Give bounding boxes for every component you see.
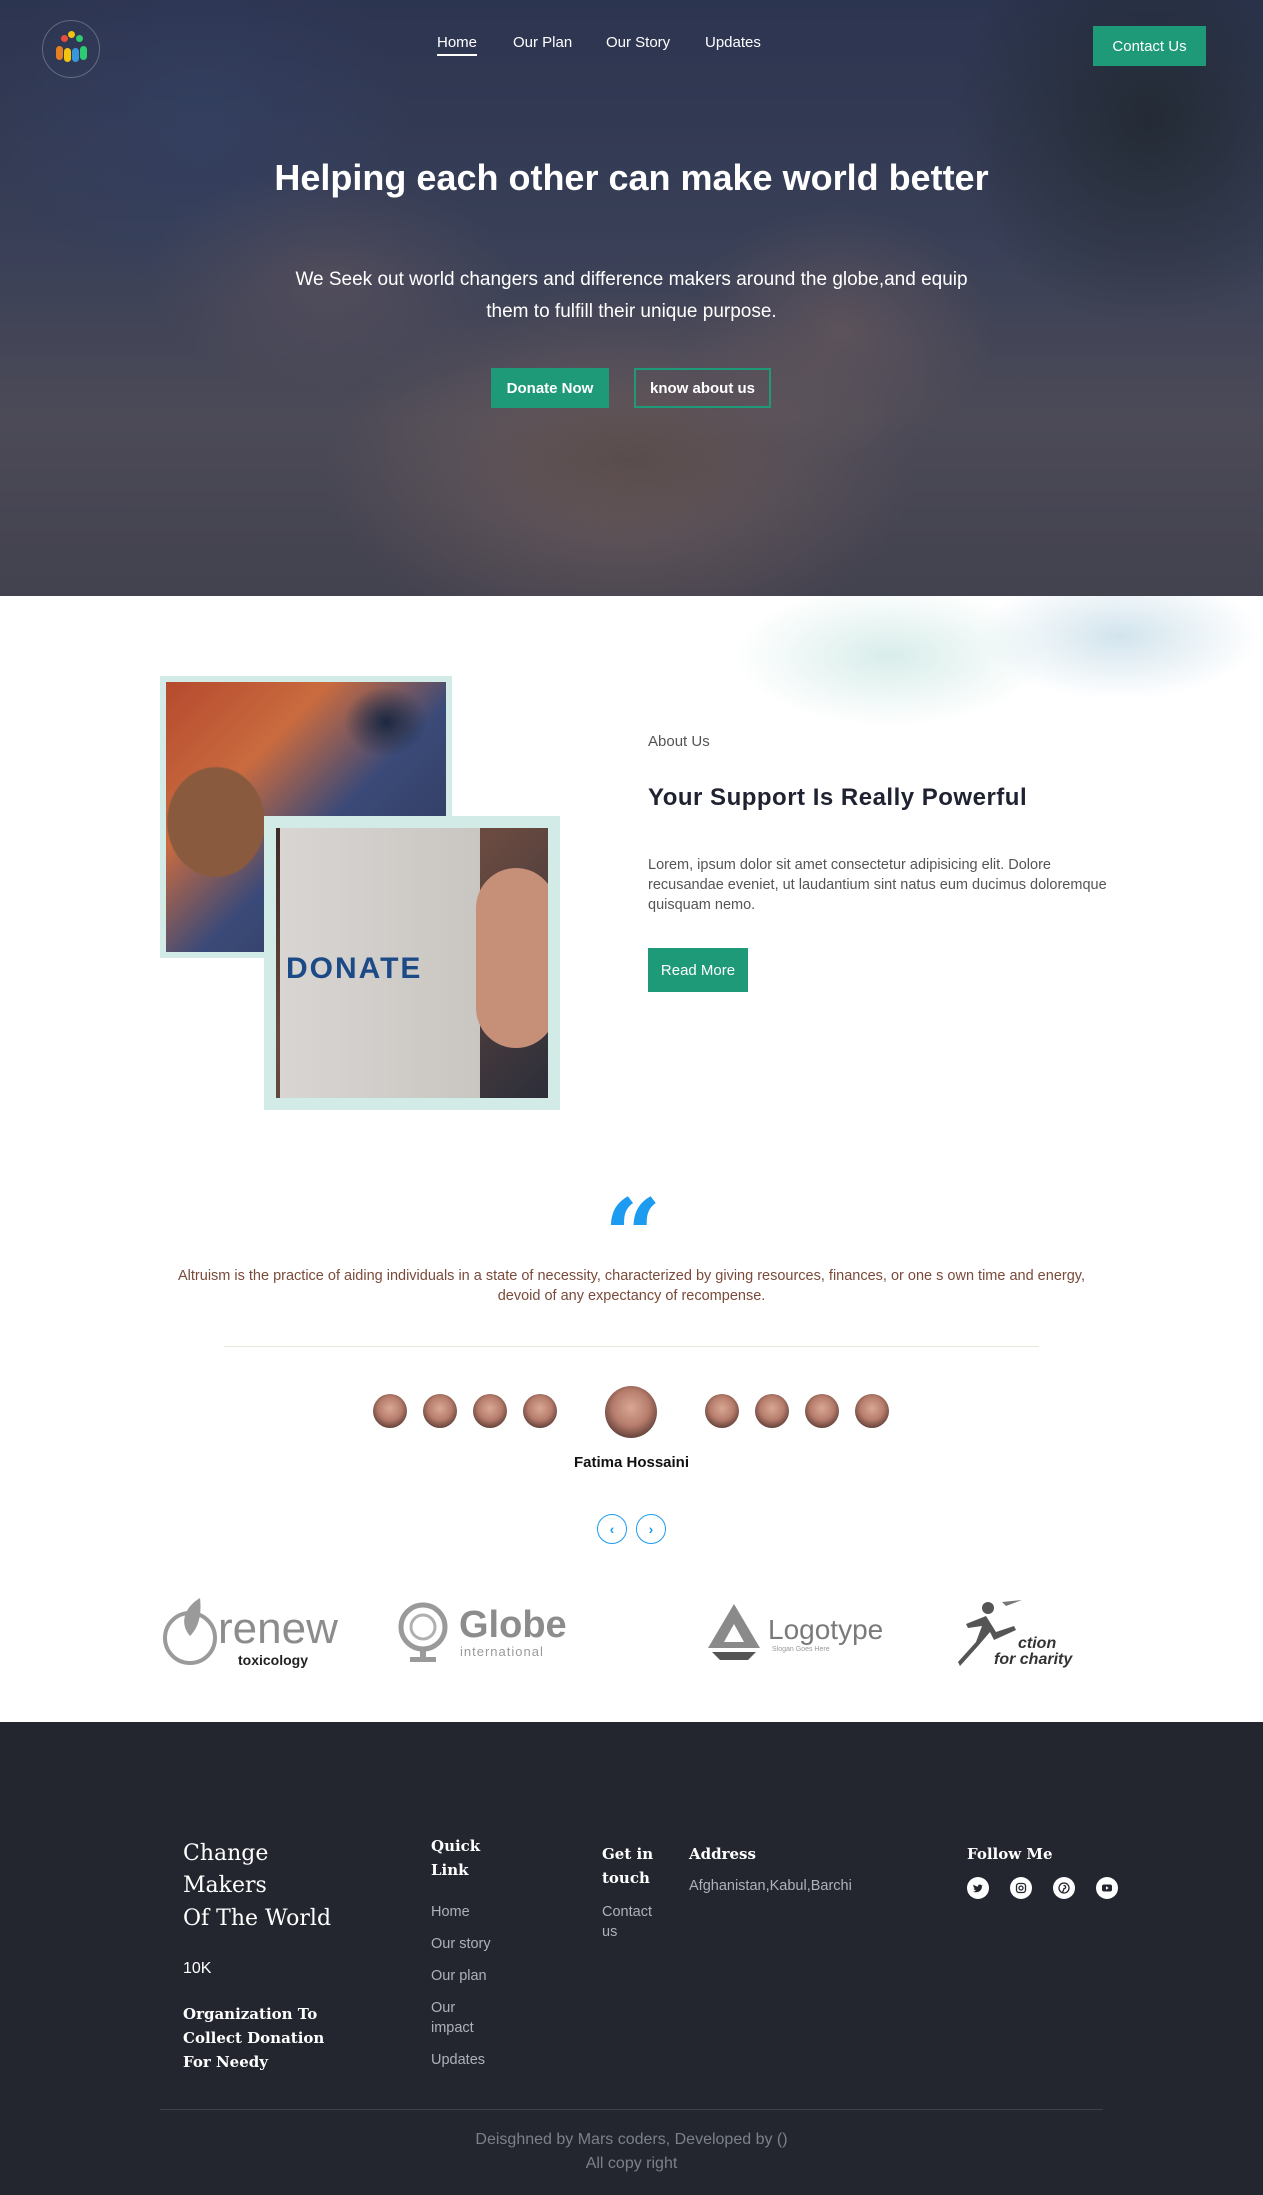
partner-logo-globe[interactable]: Globe international xyxy=(396,1598,567,1668)
partner-logo-charity[interactable]: ction for charity xyxy=(956,1598,1086,1670)
testimonial-name: Fatima Hossaini xyxy=(573,1454,690,1471)
contact-us-button[interactable]: Contact Us xyxy=(1093,26,1206,66)
partner-logo-logotype[interactable]: Logotype Slogan Goes Here xyxy=(706,1602,883,1664)
avatar[interactable] xyxy=(523,1394,557,1428)
charity-line-1: ction xyxy=(1018,1635,1057,1652)
footer-count: 10K xyxy=(183,1960,212,1977)
quote-icon: “ xyxy=(604,1177,662,1295)
logotype-name: Logotype xyxy=(768,1614,884,1645)
avatar[interactable] xyxy=(755,1394,789,1428)
about-title: Your Support Is Really Powerful xyxy=(648,784,1028,811)
footer-link-updates[interactable]: Updates xyxy=(431,2050,485,2070)
renew-name: renew xyxy=(218,1604,338,1653)
hand-shape xyxy=(476,868,548,1048)
donate-box: DONATE xyxy=(280,828,480,1098)
footer-link-contact-us[interactable]: Contact us xyxy=(602,1902,662,1942)
partner-logo-renew[interactable]: renew toxicology xyxy=(160,1596,340,1670)
get-in-touch-title: Get in touch xyxy=(602,1842,653,1890)
about-text: Lorem, ipsum dolor sit amet consectetur … xyxy=(648,857,1107,913)
chevron-right-icon: › xyxy=(648,1521,654,1537)
main-nav: Home Our Plan Our Story Updates xyxy=(0,34,1263,58)
avatar[interactable] xyxy=(805,1394,839,1428)
follow-title: Follow Me xyxy=(967,1845,1053,1863)
twitter-icon[interactable] xyxy=(967,1877,989,1899)
hero-subtitle: We Seek out world changers and differenc… xyxy=(295,269,968,322)
about-image-donate: DONATE xyxy=(276,828,548,1098)
logotype-sub: Slogan Goes Here xyxy=(772,1646,830,1653)
globe-sub: international xyxy=(460,1644,544,1659)
footer-brand-line-2: Makers xyxy=(183,1873,267,1898)
footer-link-our-story[interactable]: Our story xyxy=(431,1934,491,1954)
nav-updates[interactable]: Updates xyxy=(705,34,761,51)
quick-link-title-2: Link xyxy=(431,1861,469,1879)
read-more-button[interactable]: Read More xyxy=(648,948,748,992)
footer-brand-line-1: Change xyxy=(183,1841,269,1866)
hero-title: Helping each other can make world better xyxy=(274,157,989,198)
prev-button[interactable]: ‹ xyxy=(597,1514,627,1544)
address-text: Afghanistan,Kabul,Barchi xyxy=(689,1878,852,1894)
avatar[interactable] xyxy=(473,1394,507,1428)
footer-org-text: Organization To Collect Donation For Nee… xyxy=(183,2005,325,2071)
nav-our-plan[interactable]: Our Plan xyxy=(513,34,572,51)
get-in-touch-title-2: touch xyxy=(602,1869,650,1887)
quick-link-title-1: Quick xyxy=(431,1837,481,1855)
testimonial-quote: Altruism is the practice of aiding indiv… xyxy=(178,1268,1085,1304)
globe-name: Globe xyxy=(459,1604,567,1646)
donate-box-text: DONATE xyxy=(286,952,423,985)
next-button[interactable]: › xyxy=(636,1514,666,1544)
get-in-touch-title-1: Get in xyxy=(602,1845,654,1863)
footer-brand-lines: Change Makers xyxy=(183,1838,268,1902)
youtube-icon[interactable] xyxy=(1096,1877,1118,1899)
footer-brand-line-3: Of The World xyxy=(183,1906,332,1931)
nav-our-story[interactable]: Our Story xyxy=(606,34,670,51)
footer-credit-line-2: All copy right xyxy=(585,2155,678,2172)
about-background-glow xyxy=(640,596,1263,856)
footer-link-our-impact[interactable]: Our impact xyxy=(431,1998,491,2038)
nav-home[interactable]: Home xyxy=(437,34,478,56)
about-eyebrow: About Us xyxy=(648,733,710,750)
donate-now-button[interactable]: Donate Now xyxy=(491,368,609,408)
leaf-icon xyxy=(163,1598,217,1665)
footer-divider xyxy=(160,2109,1103,2110)
testimonial-divider xyxy=(224,1346,1039,1347)
pinterest-icon[interactable] xyxy=(1053,1877,1075,1899)
know-about-us-button[interactable]: know about us xyxy=(634,368,771,408)
address-title: Address xyxy=(689,1845,756,1863)
hero-section: Home Our Plan Our Story Updates Contact … xyxy=(0,0,1263,596)
footer xyxy=(0,1722,1263,2195)
footer-credit: Deisghned by Mars coders, Developed by (… xyxy=(0,2128,1263,2176)
avatar[interactable] xyxy=(373,1394,407,1428)
avatar[interactable] xyxy=(855,1394,889,1428)
triangle-logo-icon xyxy=(708,1604,760,1660)
renew-sub: toxicology xyxy=(238,1652,309,1668)
footer-link-our-plan[interactable]: Our plan xyxy=(431,1966,487,1986)
quick-link-title: Quick Link xyxy=(431,1834,480,1882)
instagram-icon[interactable] xyxy=(1010,1877,1032,1899)
avatar[interactable] xyxy=(423,1394,457,1428)
globe-icon xyxy=(398,1602,448,1662)
avatar-active[interactable] xyxy=(605,1386,657,1438)
chevron-left-icon: ‹ xyxy=(609,1521,615,1537)
page: Home Our Plan Our Story Updates Contact … xyxy=(0,0,1263,2195)
footer-credit-line-1: Deisghned by Mars coders, Developed by (… xyxy=(475,2131,788,2148)
avatar[interactable] xyxy=(705,1394,739,1428)
footer-link-home[interactable]: Home xyxy=(431,1902,470,1922)
charity-line-2: for charity xyxy=(994,1651,1073,1668)
